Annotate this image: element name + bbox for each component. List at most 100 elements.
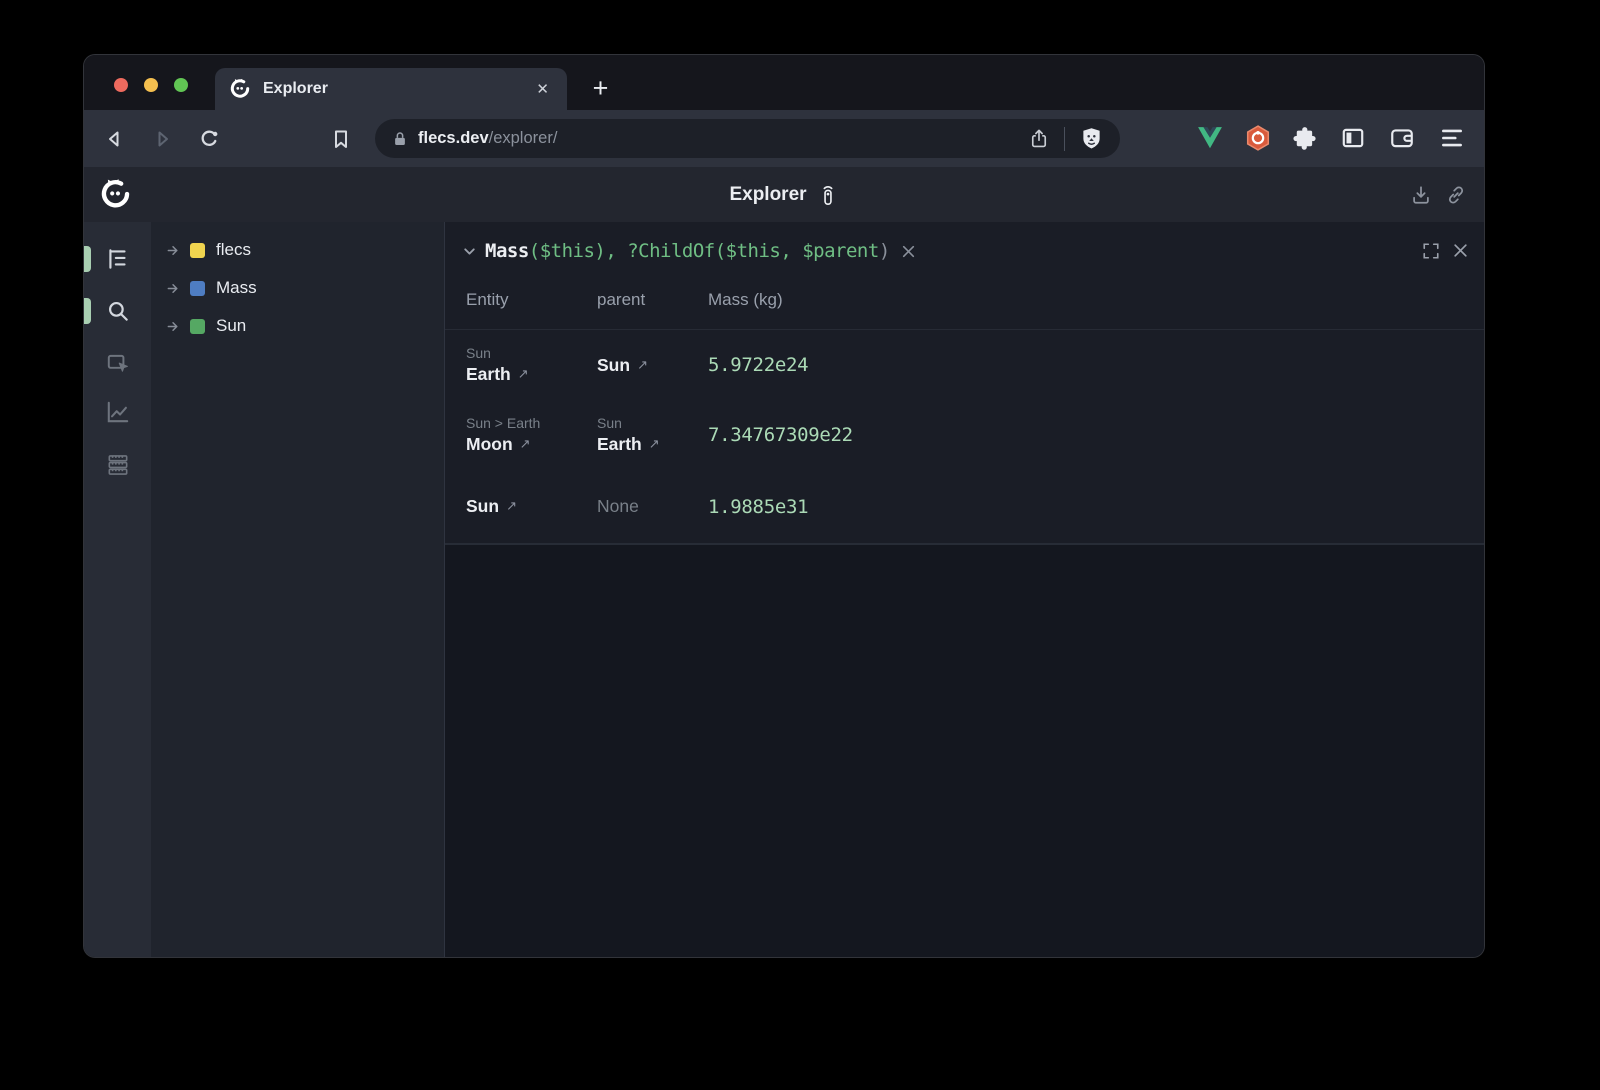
query-term-tail: ) (879, 240, 890, 262)
mass-cell: 1.9885e31 (708, 470, 928, 543)
minimize-window-button[interactable] (144, 78, 158, 92)
entity-cell: Sun Earth ↗ (466, 330, 597, 400)
divider (1064, 127, 1065, 151)
browser-window: Explorer ✕ + flecs.dev/explorer/ (84, 55, 1484, 957)
new-tab-button[interactable]: + (587, 75, 614, 102)
mass-cell: 7.34767309e22 (708, 400, 928, 470)
goto-arrow-icon[interactable]: ↗ (649, 437, 660, 452)
url-path: /explorer/ (489, 129, 558, 148)
entity-link[interactable]: Earth (466, 364, 511, 385)
entity-link[interactable]: Sun (466, 496, 499, 517)
column-header-parent: parent (597, 290, 708, 310)
sidebar-toggle-icon[interactable] (1340, 125, 1366, 151)
page-header: Explorer (84, 167, 1484, 222)
bookmark-button[interactable] (329, 127, 353, 151)
entity-color-swatch (190, 243, 205, 258)
flecs-favicon-icon (229, 78, 251, 100)
result-row: Sun ↗ None 1.9885e31 (445, 470, 1484, 543)
search-icon[interactable] (105, 298, 131, 324)
tree-item-flecs[interactable]: flecs (151, 231, 444, 269)
expand-arrow-icon[interactable] (166, 319, 181, 334)
query-expression[interactable]: Mass($this), ?ChildOf($this, $parent) (485, 240, 890, 262)
page-title: Explorer (729, 184, 806, 206)
download-icon[interactable] (1410, 184, 1432, 206)
close-panel-icon[interactable] (1452, 242, 1469, 259)
expand-arrow-icon[interactable] (166, 243, 181, 258)
entity-tree-panel: flecs Mass Sun (151, 222, 445, 957)
result-row: Sun > Earth Moon ↗ Sun Earth ↗ 7.34767309e… (445, 400, 1484, 470)
icon-sidebar (84, 222, 151, 957)
query-results-panel: Mass($this), ?ChildOf($this, $parent) En… (445, 222, 1484, 543)
expand-arrow-icon[interactable] (166, 281, 181, 296)
clear-query-icon[interactable] (900, 243, 917, 260)
menu-icon[interactable] (1439, 125, 1465, 151)
brave-shield-icon[interactable] (1079, 126, 1104, 151)
query-term-body: ($this), ?ChildOf($this, $parent (529, 240, 879, 262)
entity-cell: Sun > Earth Moon ↗ (466, 400, 597, 470)
tab-explorer[interactable]: Explorer ✕ (215, 68, 567, 110)
reload-button[interactable] (197, 127, 221, 151)
entity-cell: Sun ↗ (466, 470, 597, 543)
collapse-chevron-icon[interactable] (461, 243, 478, 260)
goto-arrow-icon[interactable]: ↗ (506, 499, 517, 514)
entity-color-swatch (190, 319, 205, 334)
entity-path: Sun (466, 345, 597, 361)
lock-icon (391, 130, 409, 148)
back-button[interactable] (103, 127, 127, 151)
panel-divider[interactable] (445, 543, 1484, 545)
mass-value: 1.9885e31 (708, 496, 928, 518)
column-header-mass: Mass (kg) (708, 290, 928, 310)
address-bar[interactable]: flecs.dev/explorer/ (375, 119, 1120, 158)
parent-cell: Sun ↗ (597, 330, 708, 400)
tree-item-label: Mass (216, 278, 257, 298)
parent-link[interactable]: Sun (597, 355, 630, 376)
fullscreen-icon[interactable] (1422, 242, 1440, 260)
main-panel: Mass($this), ?ChildOf($this, $parent) En… (445, 222, 1484, 957)
vue-devtools-icon[interactable] (1197, 125, 1223, 151)
tree-item-label: Sun (216, 316, 246, 336)
tree-item-sun[interactable]: Sun (151, 307, 444, 345)
tree-view-icon[interactable] (105, 246, 131, 272)
mass-value: 5.9722e24 (708, 354, 928, 376)
goto-arrow-icon[interactable]: ↗ (637, 358, 648, 373)
query-term-name: Mass (485, 240, 529, 262)
goto-arrow-icon[interactable]: ↗ (518, 367, 529, 382)
extensions-puzzle-icon[interactable] (1292, 125, 1318, 151)
tree-panel-active-indicator (84, 246, 91, 272)
tab-close-icon[interactable]: ✕ (532, 78, 553, 100)
results-header: Entity parent Mass (kg) (445, 274, 1484, 330)
close-window-button[interactable] (114, 78, 128, 92)
share-icon[interactable] (1028, 128, 1050, 150)
entity-color-swatch (190, 281, 205, 296)
mass-value: 7.34767309e22 (708, 424, 928, 446)
flecs-logo-icon (99, 178, 132, 211)
url-domain: flecs.dev (418, 129, 489, 148)
tree-item-mass[interactable]: Mass (151, 269, 444, 307)
query-panel-active-indicator (84, 298, 91, 324)
parent-link[interactable]: Earth (597, 434, 642, 455)
entity-path: Sun > Earth (466, 415, 597, 431)
memory-icon[interactable] (105, 452, 131, 478)
remote-icon[interactable] (817, 183, 839, 207)
mass-cell: 5.9722e24 (708, 330, 928, 400)
column-header-entity: Entity (466, 290, 597, 310)
parent-path: Sun (597, 415, 708, 431)
parent-none-value: None (597, 496, 639, 517)
content-area: flecs Mass Sun (84, 222, 1484, 957)
browser-toolbar: flecs.dev/explorer/ (84, 110, 1484, 167)
maximize-window-button[interactable] (174, 78, 188, 92)
parent-cell: None (597, 470, 708, 543)
query-bar: Mass($this), ?ChildOf($this, $parent) (445, 230, 1484, 272)
tab-title: Explorer (263, 80, 532, 98)
tree-item-label: flecs (216, 240, 251, 260)
chart-icon[interactable] (105, 399, 131, 425)
forward-button[interactable] (150, 127, 174, 151)
entity-link[interactable]: Moon (466, 434, 513, 455)
tab-strip: Explorer ✕ + (84, 55, 1484, 110)
link-icon[interactable] (1445, 184, 1467, 206)
inspect-icon[interactable] (105, 351, 131, 377)
goto-arrow-icon[interactable]: ↗ (520, 437, 531, 452)
wallet-icon[interactable] (1389, 125, 1415, 151)
result-row: Sun Earth ↗ Sun ↗ 5.9722e24 (445, 330, 1484, 400)
hexagon-extension-icon[interactable] (1245, 125, 1271, 151)
